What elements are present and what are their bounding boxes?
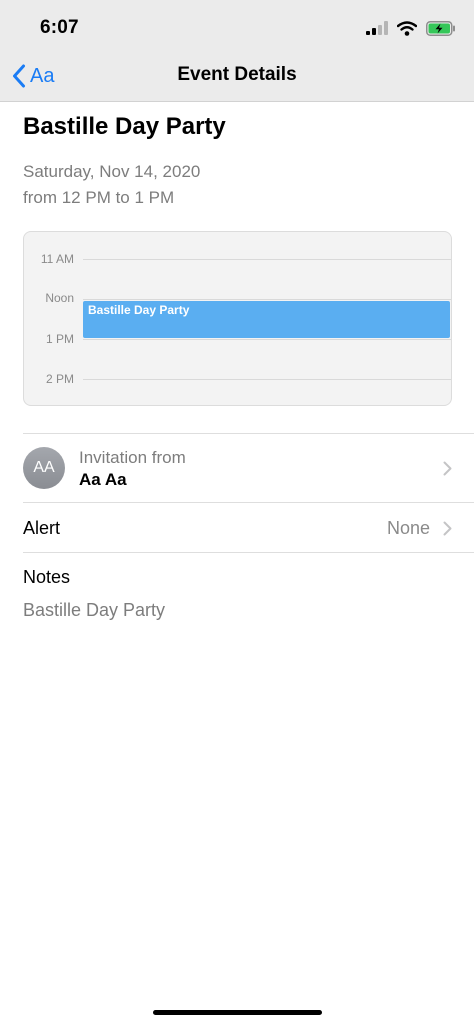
battery-charging-icon [426, 20, 455, 36]
wifi-icon [397, 20, 417, 36]
hour-line [83, 379, 451, 380]
hour-line [83, 339, 451, 340]
home-indicator[interactable] [153, 1010, 322, 1015]
hour-label-1pm: 1 PM [45, 332, 74, 346]
top-bar: 6:07 Aa Event Details [0, 0, 474, 102]
status-icons [366, 18, 456, 38]
hour-label-11am: 11 AM [40, 252, 74, 266]
avatar: AA [23, 447, 65, 489]
nav-title: Event Details [177, 64, 297, 85]
alert-row[interactable]: Alert None [0, 503, 474, 553]
cellular-signal-icon [366, 21, 388, 35]
event-title: Bastille Day Party [23, 113, 226, 140]
divider [23, 552, 474, 553]
chevron-right-icon [443, 461, 452, 476]
chevron-right-icon [443, 521, 452, 536]
alert-label: Alert [23, 518, 61, 538]
hour-line [83, 299, 451, 300]
hour-line [83, 259, 451, 260]
event-time-range: from 12 PM to 1 PM [23, 188, 175, 207]
notes-text: Bastille Day Party [23, 600, 166, 620]
event-date: Saturday, Nov 14, 2020 [23, 162, 201, 181]
invitation-row[interactable]: AA Invitation from Aa Aa [0, 434, 474, 502]
hour-label-noon: Noon [45, 291, 74, 305]
day-preview[interactable]: 11 AM Noon 1 PM 2 PM Bastille Day Party [23, 231, 452, 406]
notes-label: Notes [23, 567, 71, 587]
event-block-label: Bastille Day Party [88, 303, 190, 317]
alert-value: None [386, 518, 430, 538]
invitation-name: Aa Aa [79, 470, 127, 489]
event-block[interactable]: Bastille Day Party [83, 301, 450, 338]
invitation-label: Invitation from [79, 448, 186, 467]
hour-label-2pm: 2 PM [45, 372, 74, 386]
status-time: 6:07 [40, 17, 79, 38]
